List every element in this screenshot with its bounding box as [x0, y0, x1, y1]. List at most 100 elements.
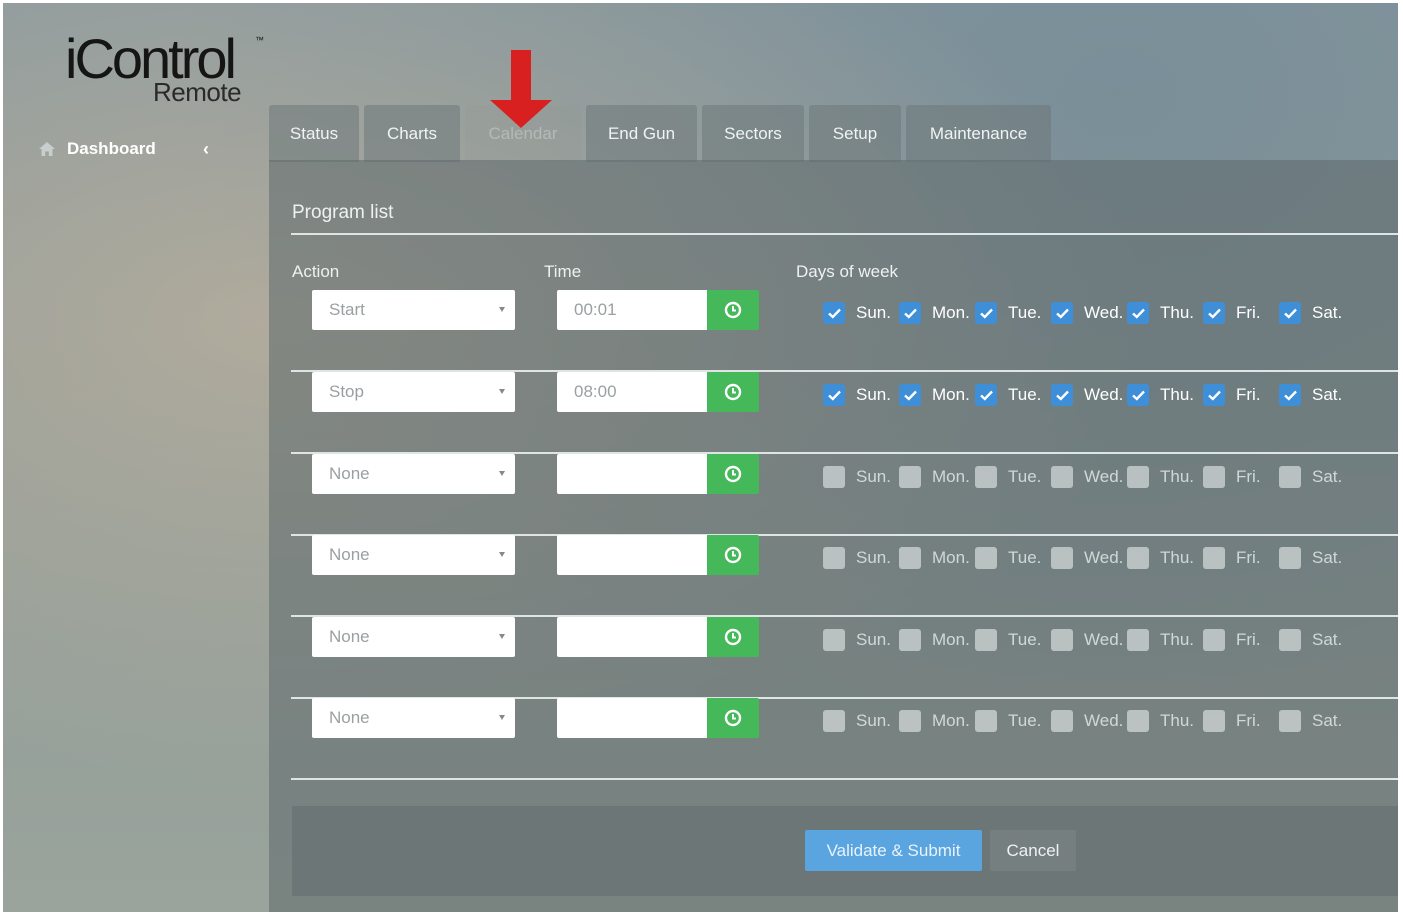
checkbox-unchecked[interactable]: [1203, 547, 1225, 569]
checkbox-unchecked[interactable]: [975, 466, 997, 488]
day-checkbox-thu[interactable]: Thu.: [1127, 302, 1194, 324]
checkbox-unchecked[interactable]: [1051, 710, 1073, 732]
day-checkbox-sat[interactable]: Sat.: [1279, 302, 1342, 324]
day-checkbox-sun[interactable]: Sun.: [823, 547, 891, 569]
checkbox-unchecked[interactable]: [899, 466, 921, 488]
tab-charts[interactable]: Charts: [364, 105, 460, 162]
day-checkbox-thu[interactable]: Thu.: [1127, 384, 1194, 406]
tab-sectors[interactable]: Sectors: [702, 105, 804, 162]
day-checkbox-tue[interactable]: Tue.: [975, 547, 1041, 569]
chevron-left-icon[interactable]: ‹: [203, 139, 209, 160]
day-checkbox-thu[interactable]: Thu.: [1127, 547, 1194, 569]
day-checkbox-wed[interactable]: Wed.: [1051, 466, 1123, 488]
time-input[interactable]: [557, 698, 707, 738]
tab-setup[interactable]: Setup: [809, 105, 901, 162]
day-checkbox-thu[interactable]: Thu.: [1127, 710, 1194, 732]
checkbox-unchecked[interactable]: [823, 466, 845, 488]
day-checkbox-wed[interactable]: Wed.: [1051, 302, 1123, 324]
checkbox-unchecked[interactable]: [1203, 710, 1225, 732]
day-checkbox-tue[interactable]: Tue.: [975, 302, 1041, 324]
checkbox-unchecked[interactable]: [1203, 629, 1225, 651]
checkbox-unchecked[interactable]: [1127, 466, 1149, 488]
action-select[interactable]: None: [312, 698, 515, 738]
checkbox-unchecked[interactable]: [1051, 629, 1073, 651]
checkbox-checked[interactable]: [1127, 384, 1149, 406]
day-checkbox-sat[interactable]: Sat.: [1279, 629, 1342, 651]
checkbox-unchecked[interactable]: [1051, 547, 1073, 569]
time-input[interactable]: [557, 290, 707, 330]
checkbox-unchecked[interactable]: [1127, 547, 1149, 569]
checkbox-checked[interactable]: [1203, 302, 1225, 324]
checkbox-checked[interactable]: [975, 384, 997, 406]
checkbox-unchecked[interactable]: [1127, 710, 1149, 732]
day-checkbox-fri[interactable]: Fri.: [1203, 302, 1261, 324]
checkbox-checked[interactable]: [899, 302, 921, 324]
sidebar-item-dashboard[interactable]: Dashboard ‹: [39, 135, 219, 163]
checkbox-unchecked[interactable]: [1279, 466, 1301, 488]
checkbox-checked[interactable]: [1279, 384, 1301, 406]
day-checkbox-thu[interactable]: Thu.: [1127, 466, 1194, 488]
action-select[interactable]: Stop: [312, 372, 515, 412]
day-checkbox-sun[interactable]: Sun.: [823, 629, 891, 651]
day-checkbox-fri[interactable]: Fri.: [1203, 547, 1261, 569]
checkbox-unchecked[interactable]: [823, 547, 845, 569]
day-checkbox-wed[interactable]: Wed.: [1051, 547, 1123, 569]
time-picker-button[interactable]: [707, 454, 759, 494]
time-picker-button[interactable]: [707, 372, 759, 412]
day-checkbox-wed[interactable]: Wed.: [1051, 710, 1123, 732]
checkbox-checked[interactable]: [1127, 302, 1149, 324]
day-checkbox-fri[interactable]: Fri.: [1203, 384, 1261, 406]
checkbox-checked[interactable]: [823, 302, 845, 324]
checkbox-checked[interactable]: [823, 384, 845, 406]
day-checkbox-mon[interactable]: Mon.: [899, 384, 970, 406]
time-input[interactable]: [557, 454, 707, 494]
checkbox-unchecked[interactable]: [1203, 466, 1225, 488]
action-select[interactable]: None: [312, 617, 515, 657]
checkbox-checked[interactable]: [899, 384, 921, 406]
checkbox-checked[interactable]: [975, 302, 997, 324]
checkbox-unchecked[interactable]: [1279, 547, 1301, 569]
day-checkbox-tue[interactable]: Tue.: [975, 629, 1041, 651]
time-picker-button[interactable]: [707, 290, 759, 330]
day-checkbox-mon[interactable]: Mon.: [899, 629, 970, 651]
day-checkbox-sun[interactable]: Sun.: [823, 384, 891, 406]
checkbox-unchecked[interactable]: [1279, 629, 1301, 651]
day-checkbox-sun[interactable]: Sun.: [823, 466, 891, 488]
day-checkbox-sat[interactable]: Sat.: [1279, 547, 1342, 569]
action-select[interactable]: Start: [312, 290, 515, 330]
checkbox-unchecked[interactable]: [823, 710, 845, 732]
checkbox-unchecked[interactable]: [899, 629, 921, 651]
day-checkbox-fri[interactable]: Fri.: [1203, 629, 1261, 651]
checkbox-unchecked[interactable]: [899, 710, 921, 732]
tab-end-gun[interactable]: End Gun: [586, 105, 697, 162]
checkbox-checked[interactable]: [1279, 302, 1301, 324]
checkbox-unchecked[interactable]: [975, 547, 997, 569]
day-checkbox-tue[interactable]: Tue.: [975, 710, 1041, 732]
day-checkbox-sun[interactable]: Sun.: [823, 302, 891, 324]
day-checkbox-sat[interactable]: Sat.: [1279, 710, 1342, 732]
day-checkbox-wed[interactable]: Wed.: [1051, 629, 1123, 651]
checkbox-unchecked[interactable]: [1279, 710, 1301, 732]
day-checkbox-mon[interactable]: Mon.: [899, 466, 970, 488]
day-checkbox-mon[interactable]: Mon.: [899, 302, 970, 324]
checkbox-checked[interactable]: [1203, 384, 1225, 406]
day-checkbox-tue[interactable]: Tue.: [975, 466, 1041, 488]
action-select[interactable]: None: [312, 535, 515, 575]
checkbox-unchecked[interactable]: [899, 547, 921, 569]
checkbox-unchecked[interactable]: [975, 710, 997, 732]
action-select[interactable]: None: [312, 454, 515, 494]
day-checkbox-wed[interactable]: Wed.: [1051, 384, 1123, 406]
time-input[interactable]: [557, 535, 707, 575]
time-picker-button[interactable]: [707, 617, 759, 657]
time-picker-button[interactable]: [707, 535, 759, 575]
checkbox-checked[interactable]: [1051, 384, 1073, 406]
cancel-button[interactable]: Cancel: [990, 830, 1076, 871]
validate-submit-button[interactable]: Validate & Submit: [805, 830, 982, 871]
time-input[interactable]: [557, 617, 707, 657]
day-checkbox-sat[interactable]: Sat.: [1279, 384, 1342, 406]
checkbox-unchecked[interactable]: [823, 629, 845, 651]
checkbox-unchecked[interactable]: [1051, 466, 1073, 488]
day-checkbox-sat[interactable]: Sat.: [1279, 466, 1342, 488]
checkbox-unchecked[interactable]: [975, 629, 997, 651]
checkbox-checked[interactable]: [1051, 302, 1073, 324]
